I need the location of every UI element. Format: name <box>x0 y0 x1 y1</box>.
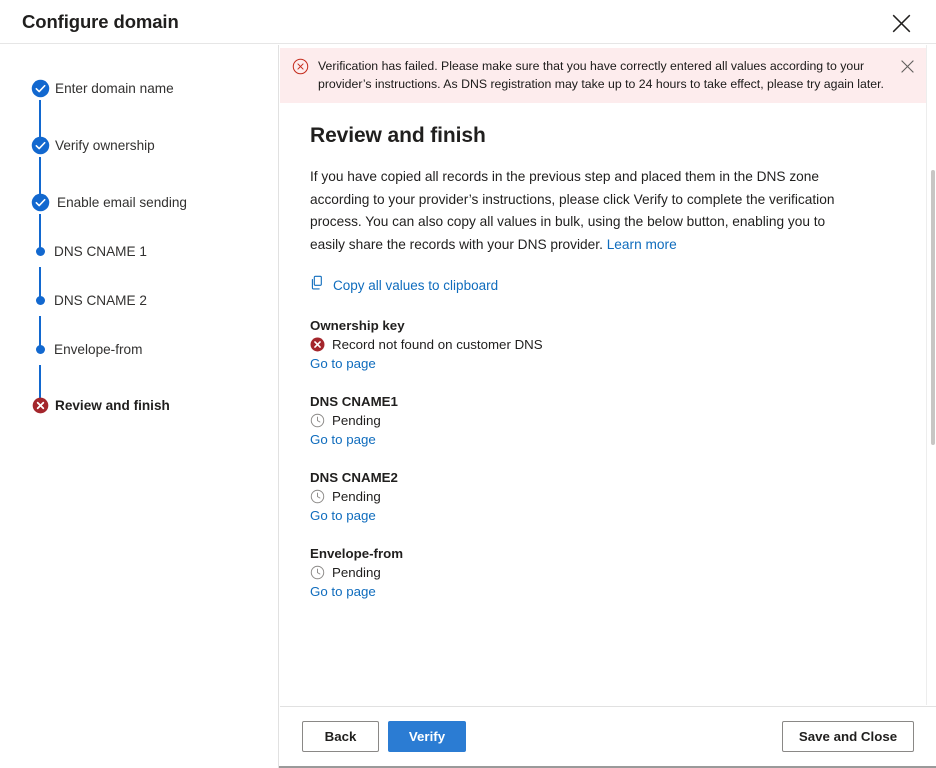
go-to-page-link[interactable]: Go to page <box>310 508 376 523</box>
sidebar-item-enter-domain-name[interactable]: Enter domain name <box>0 75 279 101</box>
sidebar-item-label: Envelope-from <box>54 342 142 357</box>
copy-icon <box>310 275 326 296</box>
record-status: Pending <box>310 565 890 580</box>
record-status-text: Record not found on customer DNS <box>332 337 543 352</box>
scrollbar-thumb[interactable] <box>931 170 935 445</box>
learn-more-link[interactable]: Learn more <box>607 237 677 252</box>
sidebar-item-dns-cname-1[interactable]: DNS CNAME 1 <box>0 238 279 264</box>
section-heading: Review and finish <box>310 124 890 148</box>
sidebar-item-review-and-finish[interactable]: Review and finish <box>0 392 279 418</box>
sidebar-item-envelope-from[interactable]: Envelope-from <box>0 336 279 362</box>
dialog-header: Configure domain <box>0 0 936 44</box>
save-and-close-button[interactable]: Save and Close <box>782 721 914 752</box>
step-complete-icon <box>27 189 53 215</box>
record-item: Ownership key Record not found on custom… <box>310 318 890 373</box>
step-complete-icon <box>27 75 53 101</box>
sidebar-item-verify-ownership[interactable]: Verify ownership <box>0 132 279 158</box>
record-title: DNS CNAME2 <box>310 470 890 485</box>
record-title: Envelope-from <box>310 546 890 561</box>
record-item: DNS CNAME2 Pending Go to page <box>310 470 890 525</box>
go-to-page-link[interactable]: Go to page <box>310 584 376 599</box>
record-status-text: Pending <box>332 565 381 580</box>
record-title: Ownership key <box>310 318 890 333</box>
record-item: DNS CNAME1 Pending Go to page <box>310 394 890 449</box>
sidebar-item-label: Enter domain name <box>55 81 174 96</box>
step-pending-dot-icon <box>27 238 53 264</box>
clock-icon <box>310 413 325 428</box>
error-banner-message: Verification has failed. Please make sur… <box>318 58 890 93</box>
error-filled-icon <box>310 337 325 352</box>
error-circle-icon <box>292 58 309 75</box>
content-scrollbar[interactable] <box>926 45 936 705</box>
clock-icon <box>310 489 325 504</box>
step-pending-dot-icon <box>27 336 53 362</box>
sidebar-item-label: DNS CNAME 2 <box>54 293 147 308</box>
page-title: Configure domain <box>22 11 179 33</box>
wizard-stepper: Enter domain name Verify ownership Enabl… <box>0 45 279 768</box>
back-button[interactable]: Back <box>302 721 379 752</box>
sidebar-item-dns-cname-2[interactable]: DNS CNAME 2 <box>0 287 279 313</box>
configure-domain-dialog: Configure domain Enter domain name <box>0 0 936 768</box>
copy-all-values-button[interactable]: Copy all values to clipboard <box>310 275 498 296</box>
sidebar-item-label: Review and finish <box>55 398 170 413</box>
clock-icon <box>310 565 325 580</box>
step-pending-dot-icon <box>27 287 53 313</box>
record-status: Pending <box>310 489 890 504</box>
sidebar-item-label: Enable email sending <box>57 195 187 210</box>
records-list: Ownership key Record not found on custom… <box>310 318 890 601</box>
record-item: Envelope-from Pending Go to page <box>310 546 890 601</box>
record-status: Pending <box>310 413 890 428</box>
record-status: Record not found on customer DNS <box>310 337 890 352</box>
go-to-page-link[interactable]: Go to page <box>310 432 376 447</box>
verify-button[interactable]: Verify <box>388 721 466 752</box>
record-status-text: Pending <box>332 413 381 428</box>
step-error-icon <box>27 392 53 418</box>
copy-all-values-label: Copy all values to clipboard <box>333 278 498 293</box>
error-banner: Verification has failed. Please make sur… <box>280 48 926 103</box>
close-icon[interactable] <box>888 10 914 36</box>
sidebar-item-label: DNS CNAME 1 <box>54 244 147 259</box>
main-content: Review and finish If you have copied all… <box>310 124 890 622</box>
sidebar-item-label: Verify ownership <box>55 138 155 153</box>
sidebar-item-enable-email-sending[interactable]: Enable email sending <box>0 189 279 215</box>
step-complete-icon <box>27 132 53 158</box>
intro-text: If you have copied all records in the pr… <box>310 169 834 252</box>
go-to-page-link[interactable]: Go to page <box>310 356 376 371</box>
intro-paragraph: If you have copied all records in the pr… <box>310 166 837 256</box>
record-status-text: Pending <box>332 489 381 504</box>
dialog-footer: Back Verify Save and Close <box>280 706 936 766</box>
record-title: DNS CNAME1 <box>310 394 890 409</box>
close-icon[interactable] <box>899 58 916 75</box>
